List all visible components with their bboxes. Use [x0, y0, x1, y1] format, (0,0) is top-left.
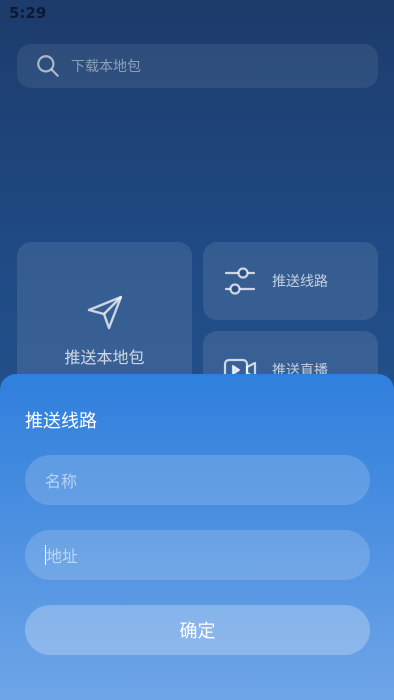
search-icon — [37, 55, 59, 77]
name-field[interactable]: 名称 — [25, 455, 370, 505]
sliders-icon — [224, 267, 256, 295]
sheet-title: 推送线路 — [25, 411, 97, 432]
address-placeholder: 地址 — [46, 547, 79, 566]
address-field[interactable]: 地址 — [25, 530, 370, 580]
search-placeholder: 下载本地包 — [71, 59, 141, 75]
confirm-button[interactable]: 确定 — [25, 605, 370, 655]
push-local-card[interactable]: 推送本地包 — [17, 242, 192, 392]
push-route-label: 推送线路 — [272, 274, 328, 290]
status-time: 5:29 — [9, 4, 47, 22]
push-route-card[interactable]: 推送线路 — [203, 242, 378, 320]
send-icon — [87, 295, 123, 330]
push-local-label: 推送本地包 — [64, 348, 145, 367]
name-placeholder: 名称 — [45, 472, 78, 491]
push-route-sheet: 推送线路 名称 地址 确定 — [0, 374, 394, 700]
search-bar[interactable]: 下载本地包 — [17, 44, 378, 88]
